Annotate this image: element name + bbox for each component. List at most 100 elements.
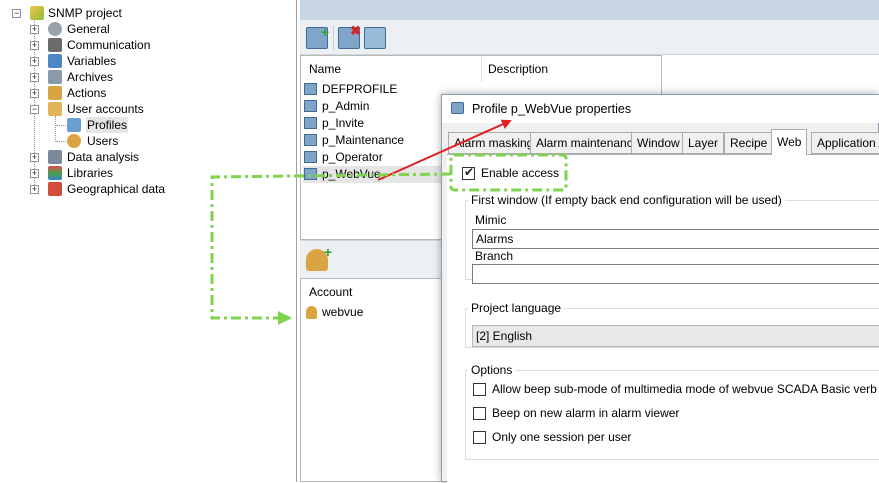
column-header-account[interactable]: Account (309, 285, 352, 299)
tab-alarm-masking[interactable]: Alarm masking (448, 132, 540, 154)
dialog-titlebar[interactable]: Profile p_WebVue properties (442, 95, 879, 123)
profile-row[interactable]: p_Operator (303, 149, 443, 166)
tree-item-users[interactable]: Users (0, 133, 200, 149)
profile-icon (304, 117, 317, 129)
tree-item-label: Profiles (86, 117, 129, 133)
profile-name: p_Operator (322, 150, 383, 164)
column-separator[interactable] (481, 56, 482, 82)
tree-item-label: Actions (67, 86, 107, 100)
project-icon (30, 6, 44, 20)
profile-name: DEFPROFILE (322, 82, 398, 96)
profiles-icon (67, 118, 81, 132)
account-row[interactable]: webvue (303, 304, 443, 321)
actions-icon (48, 86, 62, 100)
tree-item-data-analysis[interactable]: + Data analysis (0, 149, 200, 165)
tree-item-label: Communication (67, 38, 151, 52)
tab-application[interactable]: Application A (811, 132, 879, 154)
gear-icon (48, 22, 62, 36)
profile-icon (304, 100, 317, 112)
user-icon (306, 306, 317, 319)
one-session-label: Only one session per user (492, 430, 632, 444)
allow-beep-checkbox[interactable] (473, 383, 486, 396)
collapse-icon[interactable]: − (30, 105, 39, 114)
column-header-description[interactable]: Description (488, 62, 548, 76)
column-header-name[interactable]: Name (309, 62, 341, 76)
expand-icon[interactable]: + (30, 169, 39, 178)
profile-name: p_Maintenance (322, 133, 405, 147)
tree-item-geographical-data[interactable]: + Geographical data (0, 181, 200, 197)
enable-access-checkbox[interactable]: ✔ (462, 165, 475, 180)
expand-icon[interactable]: + (30, 41, 39, 50)
tab-layer[interactable]: Layer (682, 132, 725, 154)
chart-icon (48, 150, 62, 164)
delete-profile-icon[interactable]: ✖ (338, 23, 361, 49)
tree-item-label: Variables (67, 54, 117, 68)
profile-name: p_Admin (322, 99, 370, 113)
tree-item-archives[interactable]: + Archives (0, 69, 200, 85)
expand-icon[interactable]: + (30, 57, 39, 66)
tab-window[interactable]: Window (631, 132, 686, 154)
beep-new-alarm-checkbox[interactable] (473, 407, 486, 420)
profile-icon (304, 83, 317, 95)
tab-alarm-maintenance[interactable]: Alarm maintenance (530, 132, 646, 154)
project-language-select[interactable]: [2] English (472, 325, 879, 347)
network-icon (48, 38, 62, 52)
panel-header (300, 0, 879, 20)
allow-beep-label: Allow beep sub-mode of multimedia mode o… (492, 382, 877, 396)
tree-item-label: Users (87, 134, 119, 148)
tree-item-label: General (67, 22, 110, 36)
profile-row[interactable]: DEFPROFILE (303, 81, 443, 98)
tree-item-user-accounts[interactable]: − User accounts (0, 101, 200, 117)
profile-row-selected[interactable]: p_WebVue (303, 166, 443, 183)
tree-item-actions[interactable]: + Actions (0, 85, 200, 101)
profile-name: p_Invite (322, 116, 365, 130)
variables-icon (48, 54, 62, 68)
branch-input[interactable] (472, 264, 879, 284)
expand-icon[interactable]: + (30, 73, 39, 82)
web-tab-page: ✔ Enable access First window (If empty b… (447, 154, 879, 483)
branch-label: Branch (475, 249, 514, 263)
edit-profile-icon[interactable] (364, 27, 386, 49)
tree-item-variables[interactable]: + Variables (0, 53, 200, 69)
project-tree: − SNMP project + General + Communication… (0, 0, 297, 482)
project-language-title: Project language (468, 301, 565, 315)
options-title: Options (468, 363, 516, 377)
tab-recipe[interactable]: Recipe (724, 132, 774, 154)
expand-icon[interactable]: + (30, 89, 39, 98)
tab-web[interactable]: Web (771, 129, 808, 155)
enable-access-label: Enable access (481, 166, 560, 180)
add-profile-icon[interactable]: + (306, 24, 329, 49)
profile-row[interactable]: p_Invite (303, 115, 443, 132)
tree-root[interactable]: − SNMP project (0, 5, 200, 21)
profile-icon (451, 102, 464, 114)
profile-properties-dialog: Profile p_WebVue properties Alarm maskin… (441, 94, 879, 483)
books-icon (48, 166, 62, 180)
expand-icon[interactable]: + (30, 185, 39, 194)
tree-item-communication[interactable]: + Communication (0, 37, 200, 53)
one-session-checkbox[interactable] (473, 431, 486, 444)
expand-icon[interactable]: + (30, 153, 39, 162)
profile-toolbar: + ✖ (300, 20, 879, 55)
profile-icon (304, 134, 317, 146)
profile-icon (304, 151, 317, 163)
toolbar-divider (333, 26, 334, 50)
mimic-input[interactable]: Alarms (472, 229, 879, 249)
account-name: webvue (322, 305, 364, 319)
tree-connector (56, 125, 66, 126)
collapse-icon[interactable]: − (12, 9, 21, 18)
archives-icon (48, 70, 62, 84)
profile-icon (304, 168, 317, 180)
tree-item-profiles[interactable]: Profiles (0, 117, 200, 133)
tree-item-label: Archives (67, 70, 114, 84)
tree-item-general[interactable]: + General (0, 21, 200, 37)
expand-icon[interactable]: + (30, 25, 39, 34)
tree-root-label: SNMP project (48, 6, 122, 20)
profile-row[interactable]: p_Maintenance (303, 132, 443, 149)
tree-item-label: Data analysis (67, 150, 140, 164)
profile-row[interactable]: p_Admin (303, 98, 443, 115)
tree-item-libraries[interactable]: + Libraries (0, 165, 200, 181)
tree-item-label: Geographical data (67, 182, 166, 196)
key-icon (48, 102, 62, 116)
add-account-icon[interactable]: + (306, 244, 332, 271)
tree-connector (56, 141, 66, 142)
